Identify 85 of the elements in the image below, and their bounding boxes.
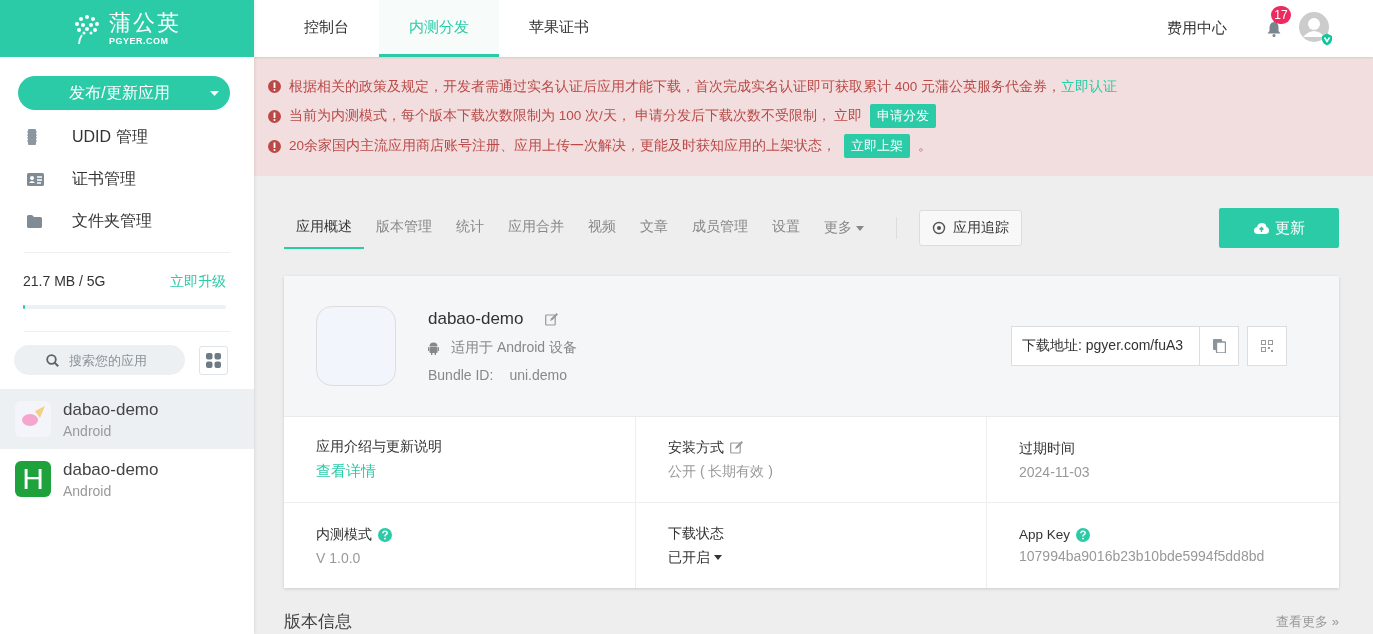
sidebar-menu-item[interactable]: UDID 管理 xyxy=(72,126,148,148)
copy-button[interactable] xyxy=(1199,326,1239,366)
exclamation-icon xyxy=(268,80,281,93)
nav-tab[interactable]: 控制台 xyxy=(274,0,379,57)
more-dropdown[interactable]: 更多 xyxy=(812,219,876,237)
nav-tab[interactable]: 内测分发 xyxy=(379,0,499,57)
download-url-field[interactable]: 下载地址: pgyer.com/fuA3 xyxy=(1011,326,1199,366)
notice-text: 当前为内测模式，每个版本下载次数限制为 100 次/天， 申请分发后下载次数不受限制， 立即 xyxy=(289,107,863,125)
id-card-icon xyxy=(27,172,44,186)
notice-text: 根据相关的政策及规定，开发者需通过实名认证后应用才能下载，首次完成实名认证即可获取累计 400 元蒲公英服务代金券，立即认证 xyxy=(289,77,1118,96)
sidebar-menu-item[interactable]: 证书管理 xyxy=(72,168,136,190)
details-link[interactable]: 查看详情 xyxy=(316,462,376,481)
info-label: 过期时间 xyxy=(1019,439,1075,458)
cloud-upload-icon xyxy=(1253,222,1269,234)
search-field[interactable]: 搜索您的应用 xyxy=(14,345,185,375)
app-tab[interactable]: 统计 xyxy=(444,207,496,249)
dandelion-logo-icon xyxy=(73,12,101,45)
app-name: dabao-demo xyxy=(63,399,159,420)
app-platform: Android xyxy=(63,482,113,499)
exclamation-icon xyxy=(268,109,281,123)
verify-link[interactable]: 立即认证 xyxy=(1061,78,1118,94)
info-value: V 1.0.0 xyxy=(316,549,361,566)
app-tab[interactable]: 文章 xyxy=(628,207,680,249)
status-dropdown[interactable]: 已开启 xyxy=(668,548,722,567)
sidebar-menu-item[interactable]: 文件夹管理 xyxy=(72,210,152,232)
app-tab[interactable]: 应用合并 xyxy=(496,207,576,249)
app-list-item[interactable]: H dabao-demo Android xyxy=(0,449,254,509)
info-value: 2024-11-03 xyxy=(1019,463,1090,480)
info-label: 安装方式 xyxy=(668,438,724,457)
info-label: 内测模式 xyxy=(316,525,372,544)
bundle-id: uni.demo xyxy=(509,367,567,383)
caret-icon xyxy=(856,225,864,231)
notice-action-button[interactable]: 申请分发 xyxy=(870,104,937,128)
section-title: 版本信息 xyxy=(284,611,352,633)
track-button[interactable]: 应用追踪 xyxy=(919,210,1022,246)
target-icon xyxy=(932,221,946,235)
update-button[interactable]: 更新 xyxy=(1219,208,1339,248)
notification-badge: 17 xyxy=(1271,6,1291,24)
info-value: 公开 ( 长期有效 ) xyxy=(668,462,773,481)
caret-icon xyxy=(714,555,722,560)
view-more-link[interactable]: 查看更多 » xyxy=(1276,612,1339,631)
app-name: dabao-demo xyxy=(63,459,159,480)
app-tab[interactable]: 应用概述 xyxy=(284,207,364,249)
info-value: 107994ba9016b23b10bde5994f5dd8bd xyxy=(1019,548,1265,564)
nav-tab[interactable]: 苹果证书 xyxy=(499,0,619,57)
app-tab[interactable]: 视频 xyxy=(576,207,628,249)
notice-text: 20余家国内主流应用商店账号注册、应用上传一次解决，更能及时获知应用的上架状态， xyxy=(289,137,837,155)
help-icon[interactable] xyxy=(1076,527,1091,542)
folder-icon xyxy=(27,214,42,228)
logo-name: 蒲公英 xyxy=(109,11,181,34)
avatar-icon[interactable] xyxy=(1299,11,1333,46)
help-icon[interactable] xyxy=(378,527,392,542)
app-list-item[interactable]: dabao-demo Android xyxy=(0,389,254,449)
qr-code-icon xyxy=(1261,340,1273,352)
storage-usage: 21.7 MB / 5G xyxy=(23,273,106,291)
app-tab[interactable]: 设置 xyxy=(760,207,812,249)
notice-suffix: 。 xyxy=(918,137,933,155)
upgrade-link[interactable]: 立即升级 xyxy=(170,273,226,291)
info-label: 下载状态 xyxy=(668,524,724,543)
billing-link[interactable]: 费用中心 xyxy=(1167,0,1227,57)
caret-icon xyxy=(209,90,219,96)
search-icon xyxy=(46,354,59,367)
info-label: App Key xyxy=(1019,527,1071,542)
qr-code-button[interactable] xyxy=(1247,326,1287,366)
edit-icon[interactable] xyxy=(545,312,559,326)
edit-icon[interactable] xyxy=(730,441,743,454)
chip-icon xyxy=(27,129,37,145)
app-platform: Android xyxy=(63,422,113,439)
notice-action-button[interactable]: 立即上架 xyxy=(844,134,911,158)
platform-text: 适用于 Android 设备 xyxy=(451,339,578,357)
logo-domain: PGYER.COM xyxy=(109,36,170,46)
app-title: dabao-demo xyxy=(428,309,524,329)
app-icon-image xyxy=(15,401,51,437)
bell-icon[interactable] xyxy=(1267,20,1281,37)
bundle-label: Bundle ID: xyxy=(428,367,494,383)
app-tab[interactable]: 成员管理 xyxy=(680,207,760,249)
info-label: 应用介绍与更新说明 xyxy=(316,438,442,456)
app-letter-icon: H xyxy=(15,461,51,497)
copy-icon xyxy=(1212,339,1226,353)
android-icon xyxy=(428,341,439,355)
publish-button[interactable]: 发布/更新应用 xyxy=(18,76,230,110)
exclamation-icon xyxy=(268,139,281,153)
app-tab[interactable]: 版本管理 xyxy=(364,207,444,249)
grid-icon xyxy=(206,352,221,368)
grid-view-button[interactable] xyxy=(199,345,228,375)
